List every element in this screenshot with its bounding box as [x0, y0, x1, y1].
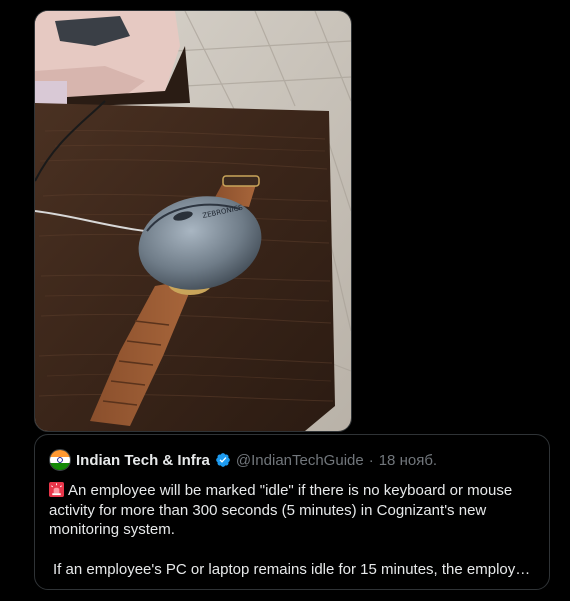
quoted-tweet-header: Indian Tech & Infra @IndianTechGuide · 1…: [49, 449, 437, 471]
quoted-tweet-text: An employee will be marked "idle" if the…: [49, 481, 541, 579]
author-handle[interactable]: @IndianTechGuide: [236, 452, 364, 469]
separator-dot: ·: [368, 451, 374, 469]
rotating-light-emoji-icon: [49, 482, 64, 497]
photo-illustration: ZEBRONICS: [35, 11, 351, 431]
tweet-photo[interactable]: ZEBRONICS: [34, 10, 352, 432]
tweet-paragraph-2: If an employee's PC or laptop remains id…: [53, 560, 531, 578]
tweet-date[interactable]: 18 нояб.: [379, 452, 437, 469]
paragraph-1-text: An employee will be marked "idle" if the…: [49, 482, 513, 538]
tweet-media-and-quote: ZEBRONICS Indian Tech & Infra @IndianTec…: [0, 0, 570, 601]
author-display-name[interactable]: Indian Tech & Infra: [76, 452, 210, 469]
verified-badge-icon: [216, 453, 230, 467]
india-flag-avatar[interactable]: [49, 449, 71, 471]
tweet-paragraph-1: An employee will be marked "idle" if the…: [49, 481, 541, 540]
india-flag-icon: [50, 450, 70, 470]
quoted-tweet-card[interactable]: Indian Tech & Infra @IndianTechGuide · 1…: [34, 434, 550, 590]
